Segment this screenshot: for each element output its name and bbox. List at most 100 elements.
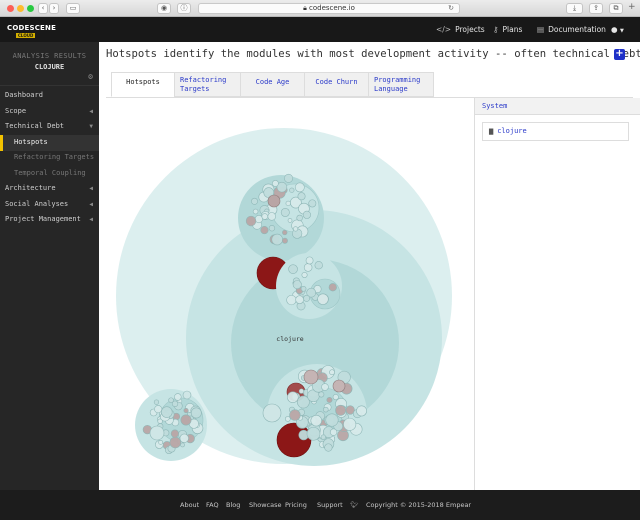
sidebar-item-refactoring-targets[interactable]: Refactoring Targets <box>0 150 99 166</box>
file-circle[interactable] <box>282 229 288 236</box>
file-circle[interactable] <box>272 180 279 187</box>
sidebar-item-social-analyses[interactable]: Social Analyses ◀ <box>0 197 99 213</box>
file-circle[interactable] <box>320 434 326 440</box>
file-circle[interactable] <box>170 429 179 438</box>
file-circle[interactable] <box>267 194 281 208</box>
tab-programming-language[interactable]: Programming Language <box>368 72 434 97</box>
sidebar-item-project-management[interactable]: Project Management ◀ <box>0 212 99 228</box>
file-circle[interactable] <box>297 192 306 201</box>
file-circle[interactable] <box>298 388 304 394</box>
file-circle[interactable] <box>343 417 357 431</box>
file-circle[interactable] <box>169 436 182 449</box>
file-circle[interactable] <box>356 405 367 417</box>
file-circle[interactable] <box>267 212 276 221</box>
file-circle[interactable] <box>251 197 258 205</box>
file-circle[interactable] <box>285 200 291 206</box>
file-circle[interactable] <box>183 408 189 414</box>
sidebar-item-scope[interactable]: Scope ◀ <box>0 104 99 120</box>
address-bar[interactable]: 🔒︎ codescene.io ↻ <box>198 3 460 14</box>
download-icon[interactable]: ⤓ <box>566 3 583 14</box>
file-circle[interactable] <box>318 391 325 398</box>
file-circle[interactable] <box>182 390 192 400</box>
tab-refactoring-targets[interactable]: Refactoring Targets <box>174 72 241 97</box>
tab-hotspots[interactable]: Hotspots <box>111 72 175 97</box>
user-menu[interactable]: ● ▼ <box>611 25 624 34</box>
footer-link-pricing[interactable]: Pricing <box>285 501 307 509</box>
file-circle[interactable] <box>325 413 339 427</box>
tabs-overview-icon[interactable]: ⧉ <box>609 3 623 14</box>
footer-link-showcase[interactable]: Showcase <box>249 501 281 509</box>
file-circle[interactable] <box>326 396 333 403</box>
tab-code-age[interactable]: Code Age <box>240 72 305 97</box>
nav-projects[interactable]: </> Projects <box>436 25 485 34</box>
file-circle[interactable] <box>287 218 293 223</box>
sidebar-item-technical-debt[interactable]: Technical Debt ▼ <box>0 119 99 135</box>
footer-link-blog[interactable]: Blog <box>226 501 240 509</box>
file-circle[interactable] <box>262 403 282 423</box>
file-circle[interactable] <box>300 286 307 292</box>
add-button[interactable]: + <box>614 49 625 60</box>
file-circle[interactable] <box>268 225 276 232</box>
file-circle[interactable] <box>171 400 179 407</box>
footer-link-faq[interactable]: FAQ <box>206 501 219 509</box>
file-circle[interactable] <box>180 442 185 448</box>
footer-link-about[interactable]: About <box>180 501 199 509</box>
file-circle[interactable] <box>289 187 295 193</box>
hotspots-visualization[interactable]: clojure <box>99 98 474 490</box>
privacy-icon[interactable]: ⓘ <box>177 3 191 14</box>
file-circle[interactable] <box>332 394 339 401</box>
file-circle[interactable] <box>179 433 189 443</box>
file-circle[interactable] <box>328 283 337 292</box>
file-circle[interactable] <box>294 182 305 193</box>
file-circle[interactable] <box>252 208 259 215</box>
file-circle[interactable] <box>287 391 299 403</box>
file-circle[interactable] <box>310 414 322 427</box>
sidebar-item-temporal-coupling[interactable]: Temporal Coupling <box>0 166 99 182</box>
file-circle[interactable] <box>271 233 283 246</box>
file-circle[interactable] <box>303 369 319 385</box>
nav-plans[interactable]: ⚷ Plans <box>493 25 522 34</box>
file-circle[interactable] <box>293 226 299 232</box>
hotspot-file-circle[interactable] <box>276 422 312 458</box>
nav-documentation[interactable]: ▤ Documentation <box>537 25 606 34</box>
file-circle[interactable] <box>324 443 333 452</box>
file-circle[interactable] <box>174 393 182 401</box>
footer-link-support[interactable]: Support <box>317 501 343 509</box>
sidebar-item-hotspots[interactable]: Hotspots <box>0 135 99 151</box>
file-circle[interactable] <box>302 210 311 219</box>
file-circle[interactable] <box>303 263 313 272</box>
new-tab-icon[interactable]: + <box>628 2 636 12</box>
file-circle[interactable] <box>260 226 269 235</box>
file-circle[interactable] <box>305 256 314 265</box>
extension-icon[interactable]: ◉ <box>157 3 171 14</box>
file-circle[interactable] <box>292 280 302 290</box>
file-circle[interactable] <box>296 214 303 222</box>
file-circle[interactable] <box>329 428 338 436</box>
back-icon[interactable]: ‹ <box>38 3 48 14</box>
system-folder-item[interactable]: ▆ clojure <box>482 122 629 141</box>
file-circle[interactable] <box>288 264 298 274</box>
file-circle[interactable] <box>261 213 269 220</box>
file-circle[interactable] <box>322 406 329 413</box>
sidebar-toggle-icon[interactable]: ▭ <box>66 3 80 14</box>
file-circle[interactable] <box>153 399 160 405</box>
file-circle[interactable] <box>149 425 165 441</box>
file-circle[interactable] <box>289 409 301 421</box>
file-circle[interactable] <box>314 261 323 270</box>
gear-icon[interactable]: ⚙ <box>88 72 93 81</box>
file-circle[interactable] <box>332 379 346 393</box>
file-circle[interactable] <box>295 295 304 304</box>
file-circle[interactable] <box>308 199 317 208</box>
file-circle[interactable] <box>161 406 173 418</box>
file-circle[interactable] <box>254 214 263 224</box>
file-circle[interactable] <box>158 439 164 445</box>
file-circle[interactable] <box>303 294 311 302</box>
file-circle[interactable] <box>281 237 288 244</box>
file-circle[interactable] <box>284 416 291 422</box>
sidebar-item-architecture[interactable]: Architecture ◀ <box>0 181 99 197</box>
minimize-window-icon[interactable] <box>17 5 24 12</box>
file-circle[interactable] <box>286 294 297 306</box>
codescene-logo[interactable]: CODESCENE <box>7 24 56 32</box>
close-window-icon[interactable] <box>7 5 14 12</box>
share-icon[interactable]: ⇪ <box>589 3 603 14</box>
